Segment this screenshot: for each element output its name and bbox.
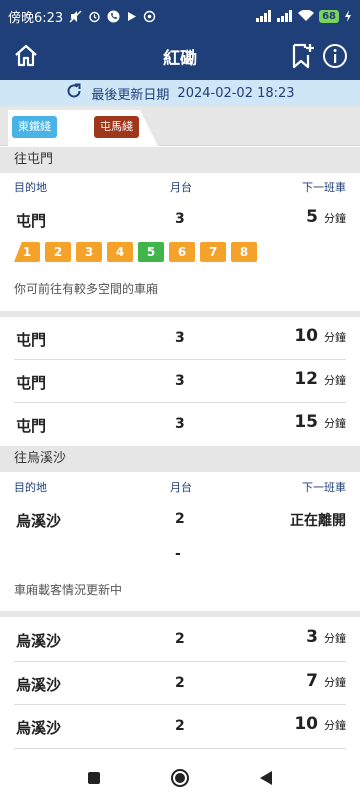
home-icon[interactable] xyxy=(12,42,40,70)
alarm-icon xyxy=(88,10,101,23)
car-7: 7 xyxy=(200,242,226,262)
train-row[interactable]: 屯門 3 5 分鐘 xyxy=(0,198,360,241)
train-destination: 屯門 xyxy=(16,417,47,435)
train-platform: 2 xyxy=(175,718,185,734)
train-eta: 12 分鐘 xyxy=(294,369,346,389)
train-row[interactable]: 屯門 3 15 分鐘 xyxy=(0,403,360,446)
train-eta: 15 分鐘 xyxy=(294,412,346,432)
direction-header: 往烏溪沙 xyxy=(0,446,360,472)
line-tabs: 東鐵綫 屯馬綫 xyxy=(0,106,360,146)
col-next-train: 下一班車 xyxy=(302,181,346,194)
app-bar: 紅磡 xyxy=(0,32,360,80)
col-destination: 目的地 xyxy=(14,181,47,194)
tab-east-rail[interactable]: 東鐵綫 xyxy=(12,116,57,138)
recents-icon[interactable] xyxy=(82,766,106,790)
train-eta: 10 分鐘 xyxy=(294,714,346,734)
car-6: 6 xyxy=(169,242,195,262)
status-time: 傍晚6:23 xyxy=(8,10,64,26)
info-icon[interactable] xyxy=(322,43,348,69)
play-icon xyxy=(126,11,137,22)
home-nav-icon[interactable] xyxy=(168,766,192,790)
train-row[interactable]: 屯門 3 12 分鐘 xyxy=(0,360,360,403)
direction-header: 往屯門 xyxy=(0,147,360,173)
charging-icon xyxy=(344,10,352,22)
last-update-datetime: 2024-02-02 18:23 xyxy=(177,85,295,101)
col-destination: 目的地 xyxy=(14,481,47,494)
train-eta: 3 分鐘 xyxy=(306,627,346,647)
train-destination: 屯門 xyxy=(16,331,47,349)
col-next-train: 下一班車 xyxy=(302,481,346,494)
train-row[interactable]: 烏溪沙 2 7 分鐘 xyxy=(0,662,360,705)
train-row[interactable]: 烏溪沙 2 10 分鐘 xyxy=(0,705,360,748)
car-3: 3 xyxy=(76,242,102,262)
column-headers: 目的地 月台 下一班車 xyxy=(0,473,360,497)
settings-icon xyxy=(143,10,156,23)
train-platform: 2 xyxy=(175,631,185,647)
system-nav-bar xyxy=(0,756,360,800)
phone-icon xyxy=(107,10,120,23)
train-eta: 10 分鐘 xyxy=(294,326,346,346)
train-platform: 3 xyxy=(175,330,185,346)
train-platform: 2 xyxy=(175,675,185,691)
train-status: 正在離開 xyxy=(290,513,346,529)
train-eta: 7 分鐘 xyxy=(306,671,346,691)
train-eta: 5 分鐘 xyxy=(306,207,346,227)
train-destination: 烏溪沙 xyxy=(16,719,62,737)
last-update-bar[interactable]: 最後更新日期 2024-02-02 18:23 xyxy=(0,80,360,106)
section-separator xyxy=(0,611,360,617)
bookmark-add-icon[interactable] xyxy=(290,42,316,70)
car-2: 2 xyxy=(45,242,71,262)
car-load-note: 車廂載客情況更新中 xyxy=(14,583,123,597)
train-destination: 烏溪沙 xyxy=(16,676,62,694)
car-1: 1 xyxy=(14,242,40,262)
car-4: 4 xyxy=(107,242,133,262)
train-platform: 3 xyxy=(175,211,185,227)
train-platform: 3 xyxy=(175,373,185,389)
status-bar: 傍晚6:23 68 xyxy=(0,0,360,32)
row-divider xyxy=(14,748,346,749)
battery-indicator: 68 xyxy=(319,9,339,23)
car-load-indicator: 1 2 3 4 5 6 7 8 xyxy=(14,241,257,263)
train-row[interactable]: 烏溪沙 2 正在離開 xyxy=(0,498,360,541)
train-platform: 2 xyxy=(175,511,185,527)
car-load-note: 你可前往有較多空間的車廂 xyxy=(14,282,159,296)
train-destination: 屯門 xyxy=(16,212,47,230)
signal-icon xyxy=(256,10,272,22)
signal-icon xyxy=(277,10,293,22)
refresh-icon[interactable] xyxy=(65,82,83,104)
back-icon[interactable] xyxy=(254,766,278,790)
train-destination: 烏溪沙 xyxy=(16,632,62,650)
col-platform: 月台 xyxy=(170,481,192,494)
car-load-placeholder: - xyxy=(175,546,181,562)
train-platform: 3 xyxy=(175,416,185,432)
last-update-label: 最後更新日期 xyxy=(91,87,170,103)
train-row[interactable]: 烏溪沙 2 3 分鐘 xyxy=(0,618,360,661)
col-platform: 月台 xyxy=(170,181,192,194)
car-5: 5 xyxy=(138,242,164,262)
column-headers: 目的地 月台 下一班車 xyxy=(0,173,360,197)
car-8: 8 xyxy=(231,242,257,262)
tab-tuen-ma[interactable]: 屯馬綫 xyxy=(94,116,139,138)
mute-icon xyxy=(69,10,82,23)
train-row[interactable]: 屯門 3 10 分鐘 xyxy=(0,317,360,360)
wifi-icon xyxy=(298,10,315,22)
train-destination: 烏溪沙 xyxy=(16,512,62,530)
train-destination: 屯門 xyxy=(16,374,47,392)
